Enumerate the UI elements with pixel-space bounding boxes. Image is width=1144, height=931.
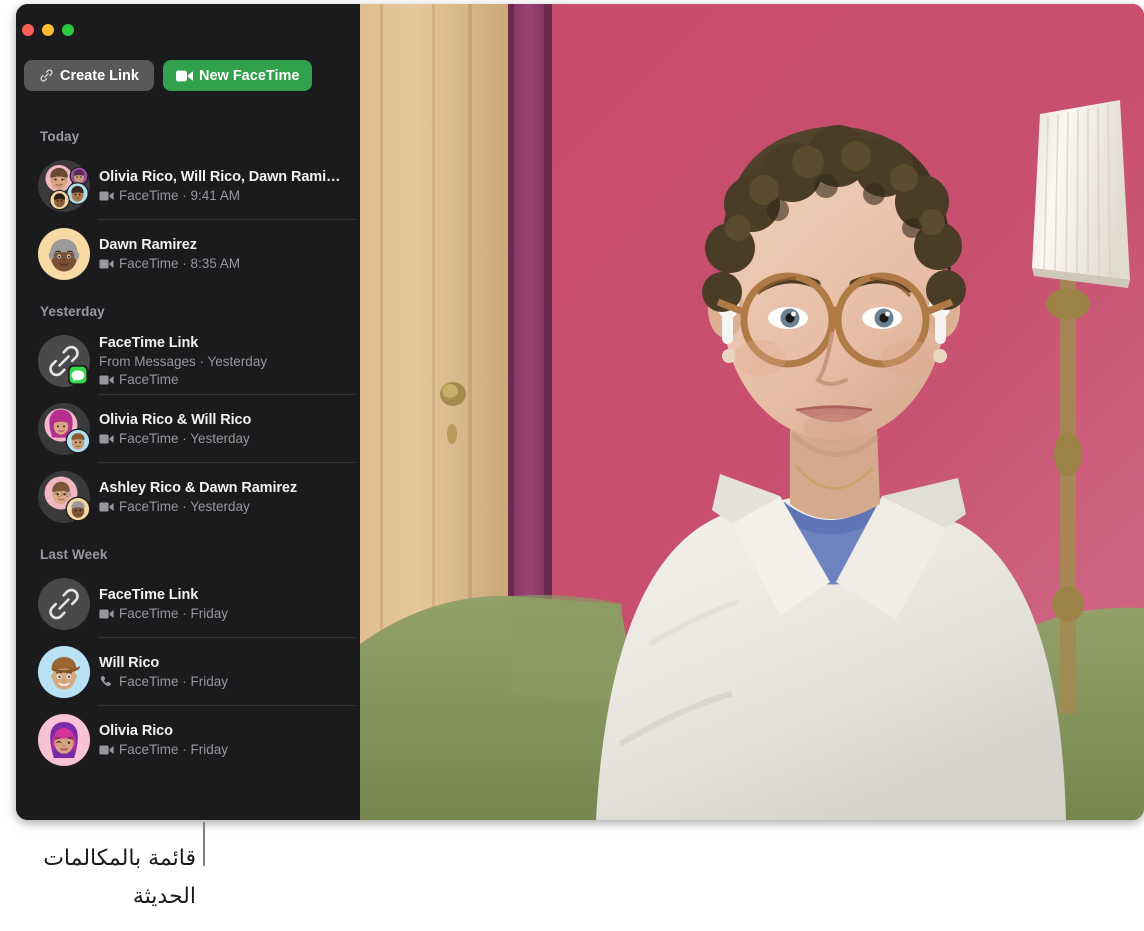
call-subtitle: FaceTime · Friday [99, 741, 354, 759]
call-title: Olivia Rico & Will Rico [99, 411, 252, 428]
callout-label-line1: قائمة بالمكالمات [43, 846, 196, 871]
callout-label-line2: الحديثة [132, 884, 196, 909]
avatar-pair-ashley-dawn [38, 471, 91, 523]
call-row-dawn-ramirez[interactable]: Dawn Ramirez FaceTime · 8:35 AM [16, 220, 360, 288]
call-meta-text: FaceTime · 8:35 AM [119, 255, 241, 271]
row-text: FaceTime Link FaceTime · Friday [99, 586, 354, 623]
call-row-olivia-rico[interactable]: Olivia Rico FaceTime · Friday [16, 706, 360, 774]
call-subtitle: FaceTime · 9:41 AM [99, 187, 354, 205]
create-link-button[interactable]: Create Link [24, 60, 154, 91]
call-subtitle: FaceTime [99, 371, 354, 389]
call-meta-text: FaceTime [119, 371, 179, 387]
new-facetime-label: New FaceTime [198, 67, 300, 84]
call-title: Will Rico [99, 654, 160, 671]
call-row-facetime-link-messages[interactable]: FaceTime Link From Messages · Yesterday … [16, 327, 360, 395]
close-button[interactable] [22, 24, 34, 36]
call-subtitle: FaceTime · Friday [99, 605, 354, 623]
row-text: Will Rico FaceTime · Friday [99, 654, 354, 691]
avatar-memoji-dawn [38, 228, 90, 280]
row-text: Dawn Ramirez FaceTime · 8:35 AM [99, 236, 354, 273]
avatar-link-plain [38, 578, 90, 630]
callout-label: قائمة بالمكالمات الحديثة [0, 840, 196, 916]
video-camera-icon [99, 502, 114, 512]
avatar-group-four [38, 160, 90, 212]
sidebar: Create Link New FaceTime Today Olivia Ri… [16, 4, 360, 820]
avatar-memoji-olivia [38, 714, 90, 766]
call-title: Dawn Ramirez [99, 236, 197, 253]
call-subtitle: FaceTime · Yesterday [99, 430, 354, 448]
call-title: Olivia Rico, Will Rico, Dawn Rami… [99, 168, 341, 185]
call-title: Olivia Rico [99, 722, 173, 739]
video-camera-icon [99, 259, 114, 269]
row-text: Ashley Rico & Dawn Ramirez FaceTime · Ye… [99, 479, 354, 516]
new-facetime-button[interactable]: New FaceTime [162, 60, 313, 91]
video-camera-icon [99, 434, 114, 444]
section-header-yesterday: Yesterday [40, 304, 105, 319]
avatar-pair-olivia-will [38, 403, 91, 455]
call-row-group-olivia-will-dawn[interactable]: Olivia Rico, Will Rico, Dawn Rami… FaceT… [16, 152, 360, 220]
call-row-will-rico[interactable]: Will Rico FaceTime · Friday [16, 638, 360, 706]
video-camera-icon [99, 191, 114, 201]
window-controls [22, 24, 74, 36]
video-frame [360, 4, 1144, 820]
avatar-link-badge-messages [38, 335, 90, 387]
video-camera-icon [99, 745, 114, 755]
row-text: Olivia Rico FaceTime · Friday [99, 722, 354, 759]
call-meta-text: FaceTime · 9:41 AM [119, 187, 241, 203]
call-meta-text: FaceTime · Yesterday [119, 430, 250, 446]
call-title: Ashley Rico & Dawn Ramirez [99, 479, 298, 496]
minimize-button[interactable] [42, 24, 54, 36]
call-row-olivia-will[interactable]: Olivia Rico & Will Rico FaceTime · Yeste… [16, 395, 360, 463]
call-title: FaceTime Link [99, 586, 199, 603]
link-icon [39, 68, 54, 83]
call-source: From Messages · Yesterday [99, 353, 268, 369]
phone-icon [99, 675, 114, 688]
row-text: FaceTime Link From Messages · Yesterday … [99, 334, 354, 389]
sidebar-toolbar: Create Link New FaceTime [24, 60, 313, 91]
facetime-video-self-view[interactable] [360, 4, 1144, 820]
row-text: Olivia Rico & Will Rico FaceTime · Yeste… [99, 411, 354, 448]
video-camera-icon [99, 375, 114, 385]
call-meta-text: FaceTime · Friday [119, 673, 229, 689]
recent-calls-list[interactable]: Today Olivia Rico, Will Rico, Dawn Rami…… [16, 116, 360, 820]
call-meta-text: FaceTime · Yesterday [119, 498, 250, 514]
maximize-button[interactable] [62, 24, 74, 36]
section-header-today: Today [40, 129, 80, 144]
call-subtitle: FaceTime · Friday [99, 673, 354, 691]
callout-leader-line [203, 822, 205, 866]
call-title: FaceTime Link [99, 334, 199, 351]
call-meta-text: FaceTime · Friday [119, 605, 229, 621]
row-text: Olivia Rico, Will Rico, Dawn Rami… FaceT… [99, 168, 354, 205]
avatar-memoji-will [38, 646, 90, 698]
create-link-label: Create Link [60, 67, 139, 84]
screenshot-root: Create Link New FaceTime Today Olivia Ri… [0, 0, 1144, 931]
call-meta-text: FaceTime · Friday [119, 741, 229, 757]
video-camera-icon [175, 70, 193, 82]
call-subtitle: FaceTime · 8:35 AM [99, 255, 354, 273]
call-subtitle: FaceTime · Yesterday [99, 498, 354, 516]
call-row-ashley-dawn[interactable]: Ashley Rico & Dawn Ramirez FaceTime · Ye… [16, 463, 360, 531]
call-row-facetime-link-friday[interactable]: FaceTime Link FaceTime · Friday [16, 570, 360, 638]
facetime-window: Create Link New FaceTime Today Olivia Ri… [16, 4, 1144, 820]
video-camera-icon [99, 609, 114, 619]
section-header-last-week: Last Week [40, 547, 108, 562]
